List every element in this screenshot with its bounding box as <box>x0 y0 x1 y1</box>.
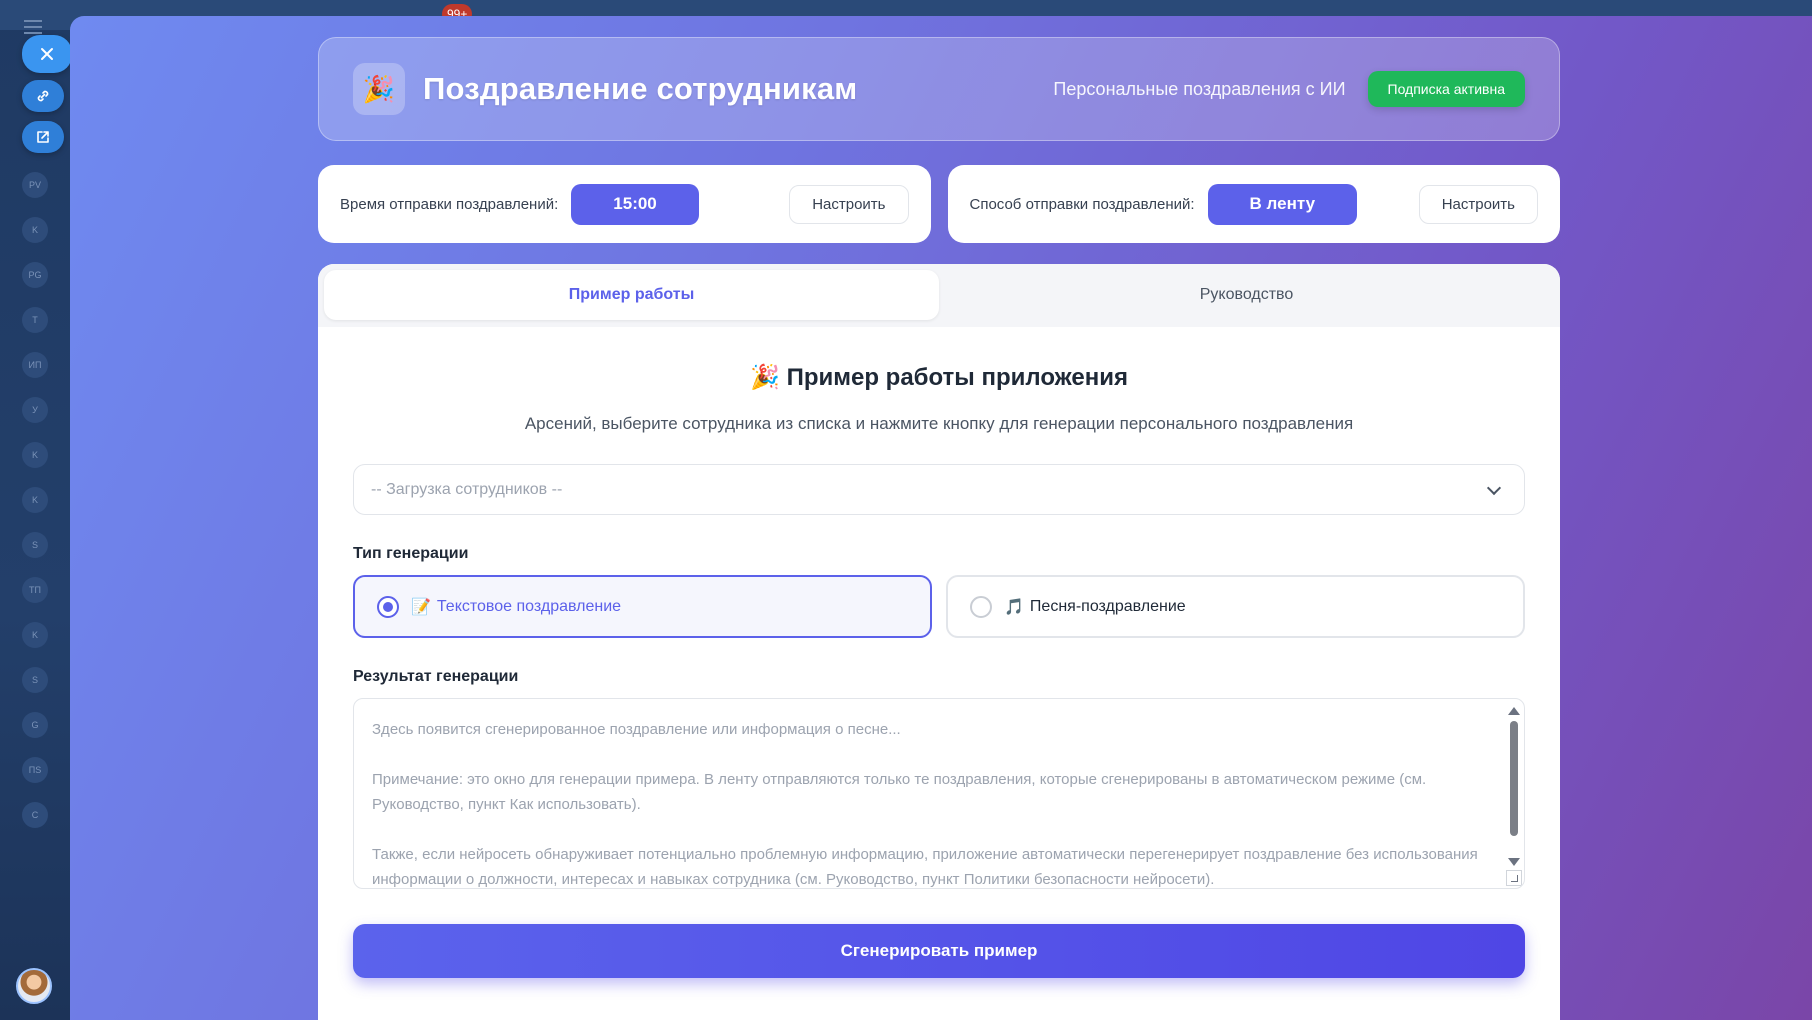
result-placeholder-line: Здесь появится сгенерированное поздравле… <box>372 721 901 738</box>
result-placeholder-line: Примечание: это окно для генерации приме… <box>372 771 1427 813</box>
sidebar-avatar: K <box>22 442 48 468</box>
generation-type-options: 📝 Текстовое поздравление 🎵 Песня-поздрав… <box>353 575 1525 638</box>
music-note-icon: 🎵 <box>1004 598 1024 616</box>
result-textarea[interactable]: Здесь появится сгенерированное поздравле… <box>353 698 1525 889</box>
result-label: Результат генерации <box>353 668 519 685</box>
sidebar-avatar: S <box>22 532 48 558</box>
memo-icon: 📝 <box>411 598 431 616</box>
sidebar-avatar: PV <box>22 172 48 198</box>
option-label: Песня-поздравление <box>1029 597 1186 615</box>
app-slider: 🎉 Поздравление сотрудникам Персональные … <box>70 16 1812 1020</box>
app-content: 🎉 Поздравление сотрудникам Персональные … <box>318 37 1560 1020</box>
sidebar-avatar: TП <box>22 577 48 603</box>
background-sidebar: PV K PG T ИП У K K S TП K S G ПS C <box>0 160 70 920</box>
subscription-status-badge: Подписка активна <box>1367 71 1525 107</box>
tab-example[interactable]: Пример работы <box>324 270 939 320</box>
option-song-greeting[interactable]: 🎵 Песня-поздравление <box>946 575 1525 638</box>
app-subtitle: Персональные поздравления с ИИ <box>1053 78 1346 99</box>
app-header: 🎉 Поздравление сотрудникам Персональные … <box>318 37 1560 141</box>
menu-icon <box>24 20 42 34</box>
sidebar-avatar: K <box>22 217 48 243</box>
send-time-label: Время отправки поздравлений: <box>340 195 559 213</box>
radio-button[interactable] <box>377 595 399 618</box>
scroll-thumb[interactable] <box>1510 721 1518 836</box>
user-avatar[interactable] <box>16 968 52 1004</box>
settings-row: Время отправки поздравлений: 15:00 Настр… <box>318 165 1560 243</box>
configure-method-button[interactable]: Настроить <box>1418 184 1538 224</box>
employee-select[interactable]: -- Загрузка сотрудников -- <box>353 464 1525 515</box>
app-title: Поздравление сотрудникам <box>423 71 858 106</box>
sidebar-avatar: ИП <box>22 352 48 378</box>
sidebar-avatar: У <box>22 397 48 423</box>
main-card: Пример работы Руководство 🎉 Пример работ… <box>318 264 1560 1020</box>
sidebar-avatar: K <box>22 622 48 648</box>
generation-type-label: Тип генерации <box>353 545 469 562</box>
send-method-label: Способ отправки поздравлений: <box>969 195 1195 213</box>
scroll-down-icon[interactable] <box>1508 858 1520 866</box>
textarea-scrollbar[interactable] <box>1508 703 1520 886</box>
sidebar-avatar: S <box>22 667 48 693</box>
chevron-down-icon <box>1486 480 1502 495</box>
radio-button[interactable] <box>970 595 992 618</box>
sidebar-avatar: K <box>22 487 48 513</box>
send-time-card: Время отправки поздравлений: 15:00 Настр… <box>318 165 931 243</box>
tab-guide[interactable]: Руководство <box>939 270 1554 320</box>
sidebar-avatar: ПS <box>22 757 48 783</box>
close-slider-button[interactable] <box>22 35 72 73</box>
open-new-window-button[interactable] <box>22 121 64 153</box>
close-icon <box>41 48 53 60</box>
employee-select-value: -- Загрузка сотрудников -- <box>371 480 563 498</box>
result-placeholder-line: Также, если нейросеть обнаруживает потен… <box>372 846 1478 888</box>
example-panel: 🎉 Пример работы приложения Арсений, выбе… <box>318 327 1560 978</box>
panel-title: 🎉 Пример работы приложения <box>750 364 1128 391</box>
send-method-card: Способ отправки поздравлений: В ленту На… <box>947 165 1560 243</box>
copy-link-button[interactable] <box>22 80 64 112</box>
panel-subtitle: Арсений, выберите сотрудника из списка и… <box>524 414 1354 433</box>
sidebar-avatar: PG <box>22 262 48 288</box>
party-popper-icon: 🎉 <box>353 63 405 115</box>
option-text-greeting[interactable]: 📝 Текстовое поздравление <box>353 575 932 638</box>
sidebar-avatar: C <box>22 802 48 828</box>
resize-handle-icon[interactable] <box>1506 870 1522 886</box>
send-method-value: В ленту <box>1207 183 1358 225</box>
link-icon <box>37 90 49 102</box>
configure-time-button[interactable]: Настроить <box>789 184 909 224</box>
tab-bar: Пример работы Руководство <box>318 264 1560 327</box>
sidebar-avatar: G <box>22 712 48 738</box>
sidebar-avatar: T <box>22 307 48 333</box>
option-label: Текстовое поздравление <box>436 597 622 615</box>
external-link-icon <box>37 131 49 143</box>
generate-example-button[interactable]: Сгенерировать пример <box>353 924 1525 978</box>
scroll-up-icon[interactable] <box>1508 707 1520 715</box>
header-right: Персональные поздравления с ИИ Подписка … <box>1053 71 1525 107</box>
send-time-value: 15:00 <box>571 183 699 225</box>
